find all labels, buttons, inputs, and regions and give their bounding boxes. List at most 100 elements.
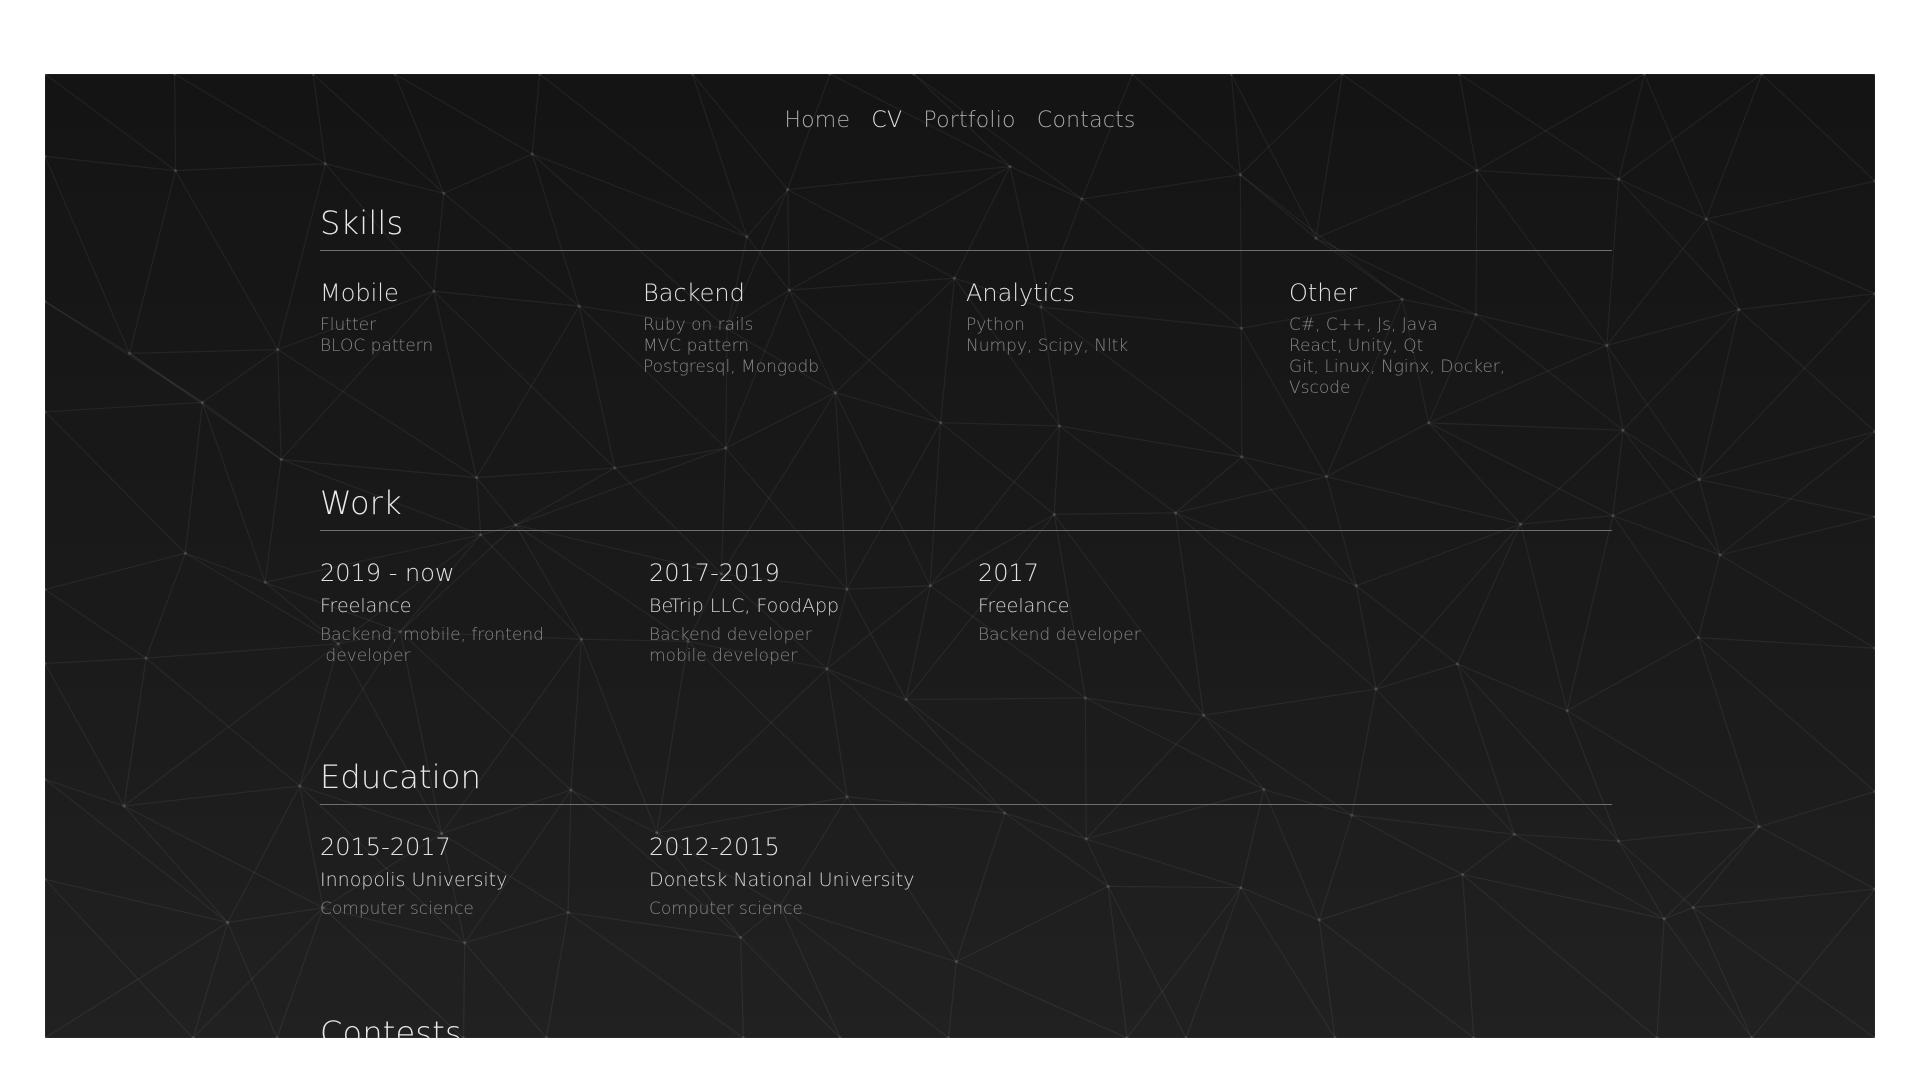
skills-columns: Mobile Flutter BLOC pattern Backend Ruby… bbox=[320, 279, 1612, 399]
mesh-line bbox=[1698, 309, 1740, 480]
mesh-line bbox=[1663, 826, 1760, 920]
skill-column-analytics: Analytics Python Numpy, Scipy, Nltk bbox=[966, 279, 1289, 399]
skill-item: BLOC pattern bbox=[320, 336, 434, 356]
education-entry: 2012-2015 Donetsk National University Co… bbox=[649, 833, 978, 920]
education-columns: 2015-2017 Innopolis University Computer … bbox=[320, 833, 1612, 920]
mesh-node bbox=[1757, 825, 1761, 829]
nav-contacts-link[interactable]: Contacts bbox=[1037, 108, 1136, 133]
skill-column-title: Mobile bbox=[320, 279, 399, 307]
mesh-node bbox=[1008, 164, 1012, 169]
skill-column-title: Backend bbox=[643, 279, 745, 307]
nav-portfolio-link[interactable]: Portfolio bbox=[923, 108, 1015, 133]
skill-item: React, Unity, Qt bbox=[1289, 336, 1424, 356]
mesh-line bbox=[1692, 826, 1760, 908]
nav-home-link[interactable]: Home bbox=[784, 108, 850, 133]
mesh-line bbox=[1738, 293, 1875, 311]
mesh-line bbox=[145, 553, 186, 659]
mesh-line bbox=[1618, 178, 1707, 220]
education-institution: Innopolis University bbox=[320, 869, 508, 891]
mesh-line bbox=[1698, 479, 1721, 556]
skill-item: Numpy, Scipy, Nltk bbox=[966, 336, 1129, 356]
work-section: Work 2019 - now Freelance Backend, mobil… bbox=[320, 484, 1612, 758]
mesh-line bbox=[1081, 174, 1241, 200]
skill-column-title: Analytics bbox=[966, 279, 1075, 307]
mesh-line bbox=[45, 921, 229, 1038]
skill-item: Vscode bbox=[1289, 378, 1351, 398]
mesh-line bbox=[1476, 169, 1619, 180]
skill-column-backend: Backend Ruby on rails MVC pattern Postgr… bbox=[643, 279, 966, 399]
education-period: 2015-2017 bbox=[320, 833, 451, 861]
mesh-line bbox=[1612, 479, 1700, 517]
mesh-line bbox=[1698, 293, 1875, 481]
mesh-line bbox=[787, 165, 1011, 191]
mesh-line bbox=[1081, 74, 1133, 200]
mesh-line bbox=[123, 658, 147, 807]
mesh-node bbox=[200, 400, 205, 404]
work-period: 2017 bbox=[978, 559, 1040, 587]
mesh-node bbox=[1873, 515, 1875, 519]
mesh-line bbox=[185, 552, 266, 583]
mesh-node bbox=[1704, 217, 1708, 221]
mesh-line bbox=[45, 156, 131, 354]
mesh-node bbox=[1621, 428, 1625, 432]
work-organization: Freelance bbox=[320, 595, 412, 617]
mesh-line bbox=[184, 402, 204, 554]
mesh-line bbox=[264, 459, 282, 583]
mesh-node bbox=[144, 656, 148, 660]
mesh-line bbox=[1656, 918, 1665, 1038]
work-role: Backend developer bbox=[649, 625, 812, 645]
mesh-node bbox=[442, 191, 446, 195]
skill-item: Flutter bbox=[320, 315, 377, 335]
mesh-line bbox=[227, 922, 278, 1038]
mesh-node bbox=[298, 784, 302, 788]
mesh-node bbox=[1697, 478, 1701, 482]
mesh-line bbox=[394, 74, 445, 194]
mesh-line bbox=[1612, 430, 1624, 516]
mesh-line bbox=[129, 348, 278, 354]
work-entry: 2017 Freelance Backend developer bbox=[978, 559, 1307, 667]
work-title: Work bbox=[320, 484, 1612, 531]
mesh-line bbox=[1606, 308, 1740, 347]
mesh-node bbox=[1718, 553, 1722, 557]
mesh-line bbox=[123, 785, 300, 807]
mesh-line bbox=[1622, 429, 1721, 556]
mesh-line bbox=[1692, 907, 1753, 1038]
mesh-node bbox=[127, 351, 132, 355]
mesh-line bbox=[202, 401, 282, 460]
mesh-line bbox=[1758, 826, 1875, 890]
work-role: developer bbox=[320, 646, 411, 666]
mesh-node bbox=[1737, 307, 1741, 312]
mesh-line bbox=[202, 349, 279, 403]
mesh-line bbox=[175, 170, 279, 350]
mesh-line bbox=[45, 552, 186, 591]
mesh-line bbox=[1758, 791, 1875, 828]
mesh-node bbox=[785, 187, 790, 192]
mesh-line bbox=[1622, 309, 1740, 431]
skill-item: Postgresql, Mongodb bbox=[643, 357, 820, 377]
mesh-line bbox=[1705, 218, 1740, 310]
mesh-line bbox=[123, 643, 339, 807]
mesh-line bbox=[1663, 918, 1753, 1038]
skill-column-mobile: Mobile Flutter BLOC pattern bbox=[320, 279, 643, 399]
mesh-line bbox=[1697, 554, 1721, 638]
nav-cv-link[interactable]: CV bbox=[871, 108, 902, 133]
mesh-node bbox=[1475, 168, 1479, 173]
mesh-line bbox=[45, 778, 125, 807]
top-nav: Home CV Portfolio Contacts bbox=[45, 108, 1875, 133]
mesh-line bbox=[1705, 74, 1763, 220]
mesh-node bbox=[45, 661, 47, 666]
mesh-line bbox=[1618, 840, 1694, 908]
mesh-node bbox=[45, 154, 47, 158]
work-entry: 2017-2019 BeTrip LLC, FoodApp Backend de… bbox=[649, 559, 978, 667]
skill-item: Python bbox=[966, 315, 1025, 335]
work-organization: Freelance bbox=[978, 595, 1070, 617]
mesh-line bbox=[45, 663, 125, 807]
education-entry: 2015-2017 Innopolis University Computer … bbox=[320, 833, 649, 920]
mesh-line bbox=[312, 74, 445, 194]
mesh-line bbox=[175, 163, 326, 172]
mesh-node bbox=[1617, 177, 1621, 181]
mesh-node bbox=[226, 920, 230, 925]
mesh-node bbox=[1691, 905, 1695, 910]
mesh-line bbox=[325, 163, 444, 194]
work-columns: 2019 - now Freelance Backend, mobile, fr… bbox=[320, 559, 1612, 667]
